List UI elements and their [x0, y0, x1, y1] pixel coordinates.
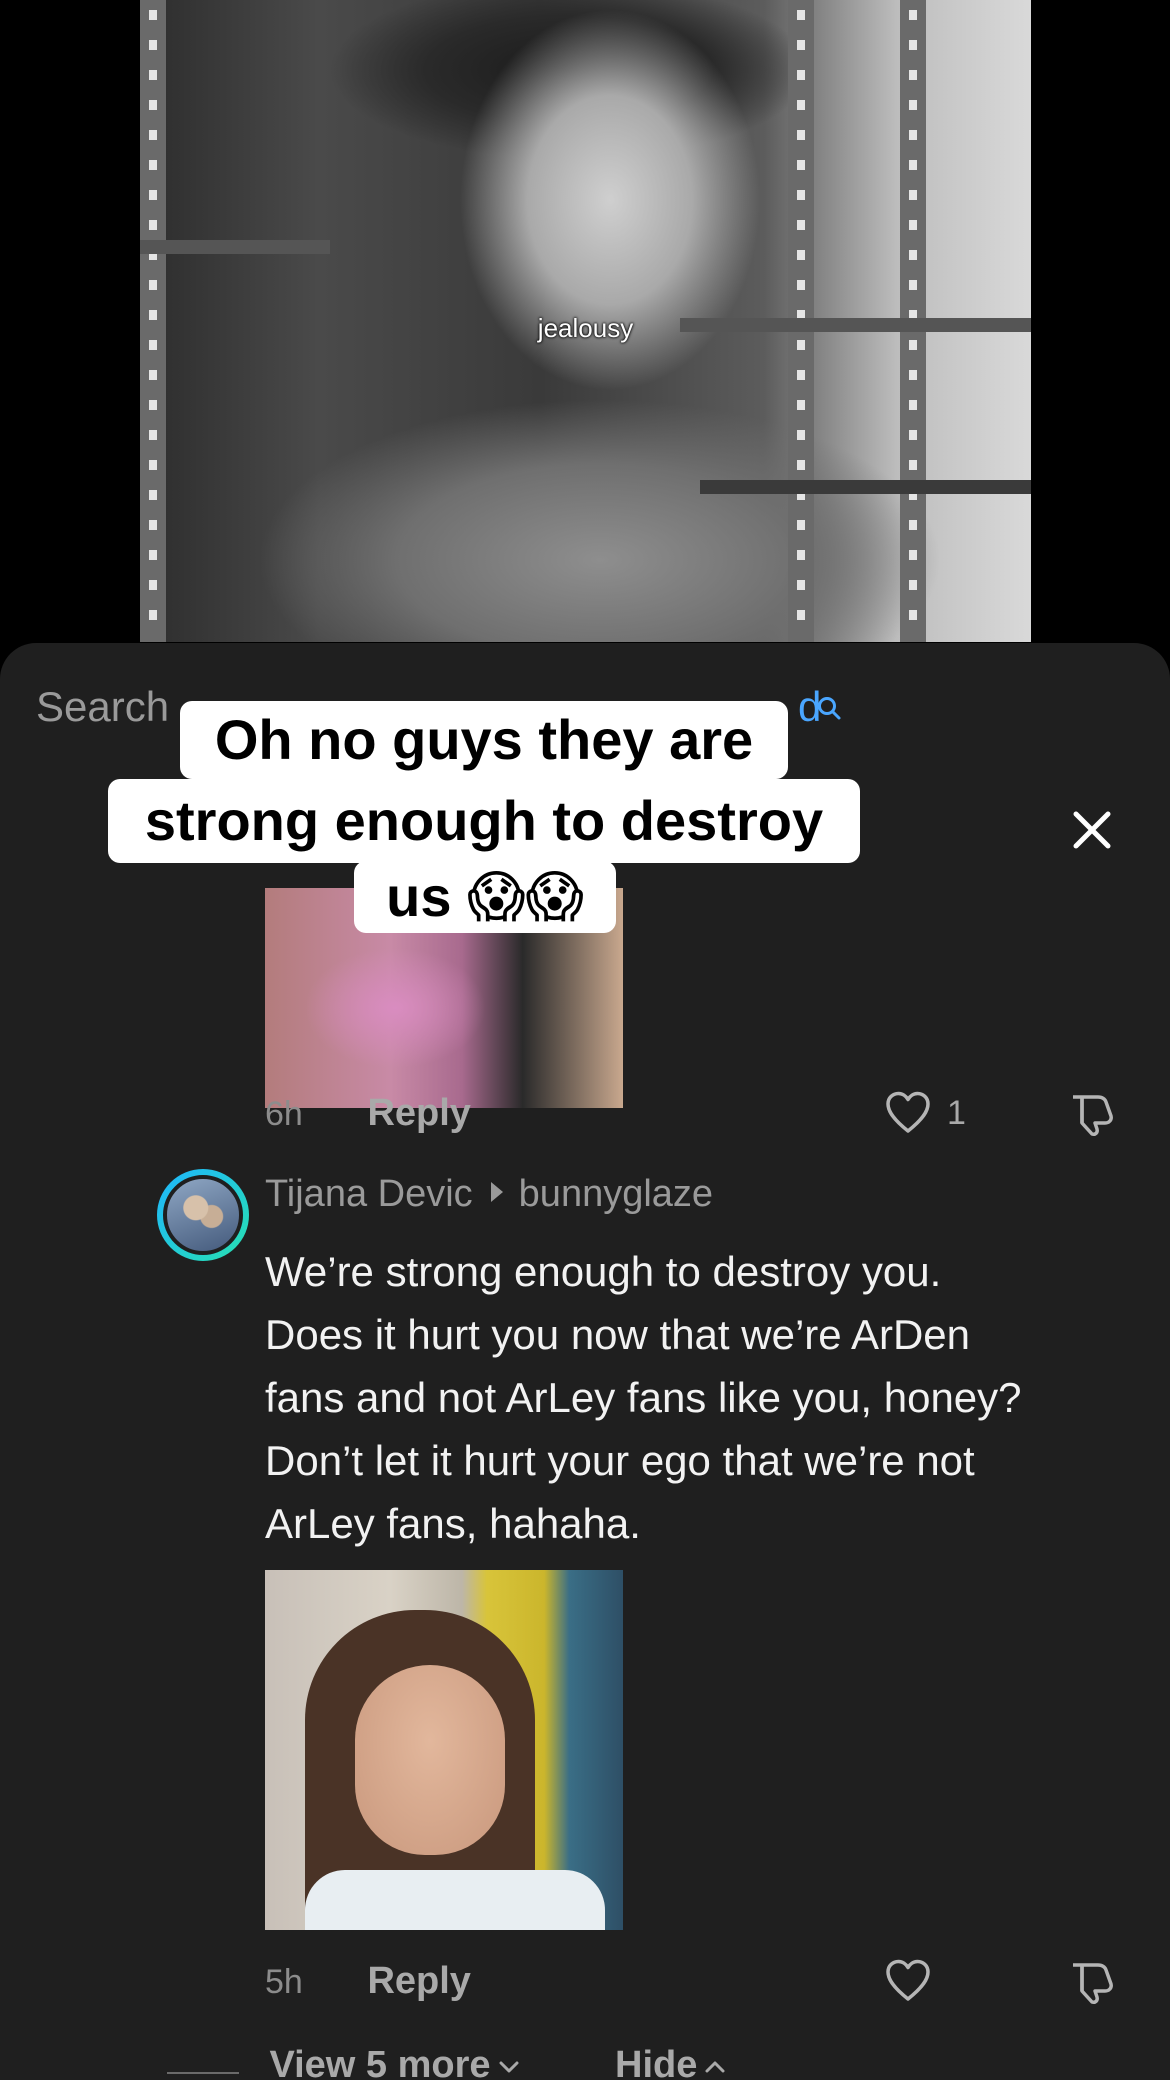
text-sticker-line: us 😱😱: [354, 861, 616, 933]
thread-controls: View 5 more Hide: [167, 2035, 1167, 2080]
video-caption: jealousy: [537, 313, 634, 343]
shelf-bar: [140, 240, 330, 254]
chevron-up-icon: [705, 2061, 725, 2073]
comment-author-row: Tijana Devic bunnyglaze: [265, 1173, 713, 1216]
text-sticker-line: Oh no guys they are: [180, 701, 788, 779]
view-more-label: View 5 more: [269, 2044, 491, 2080]
comment-image[interactable]: [265, 1570, 623, 1930]
comment-author[interactable]: Tijana Devic: [265, 1173, 473, 1215]
image-detail: [355, 1665, 505, 1855]
reply-button[interactable]: Reply: [367, 1951, 470, 2011]
heart-icon[interactable]: [885, 1091, 931, 1135]
comments-sheet: Search d 6h Reply 1 Tijana Devic bunnygla…: [0, 643, 1170, 2080]
thumbs-down-icon[interactable]: [1068, 1091, 1116, 1137]
text-sticker-line: strong enough to destroy: [108, 779, 860, 863]
thumbs-down-icon[interactable]: [1068, 1959, 1116, 2005]
comment-time: 6h: [265, 1095, 303, 1133]
image-detail: [305, 1870, 605, 1930]
search-icon[interactable]: [816, 695, 842, 721]
chevron-down-icon: [499, 2061, 519, 2073]
hide-label: Hide: [615, 2044, 698, 2080]
like-count: 1: [947, 1094, 966, 1132]
reply-to-arrow-icon: [490, 1182, 503, 1202]
comment-meta-row: 5h Reply: [265, 1951, 1125, 2011]
video-player[interactable]: jealousy: [140, 0, 1031, 642]
thread-divider: [167, 2071, 239, 2074]
shelf-bar: [700, 480, 1031, 494]
heart-icon[interactable]: [885, 1959, 931, 2003]
reply-to-user[interactable]: bunnyglaze: [519, 1173, 713, 1215]
avatar-image: [163, 1175, 243, 1255]
search-bar[interactable]: Search d: [36, 683, 821, 731]
reply-button[interactable]: Reply: [367, 1083, 470, 1143]
avatar[interactable]: [157, 1169, 249, 1261]
comment-meta-row: 6h Reply 1: [265, 1083, 1125, 1143]
search-label: Search: [36, 683, 170, 730]
hide-replies-button[interactable]: Hide: [615, 2044, 727, 2080]
close-icon[interactable]: [1070, 808, 1114, 852]
comment-text: We’re strong enough to destroy you. Does…: [265, 1248, 1022, 1547]
view-more-replies-button[interactable]: View 5 more: [269, 2044, 520, 2080]
comment-time: 5h: [265, 1963, 303, 2001]
